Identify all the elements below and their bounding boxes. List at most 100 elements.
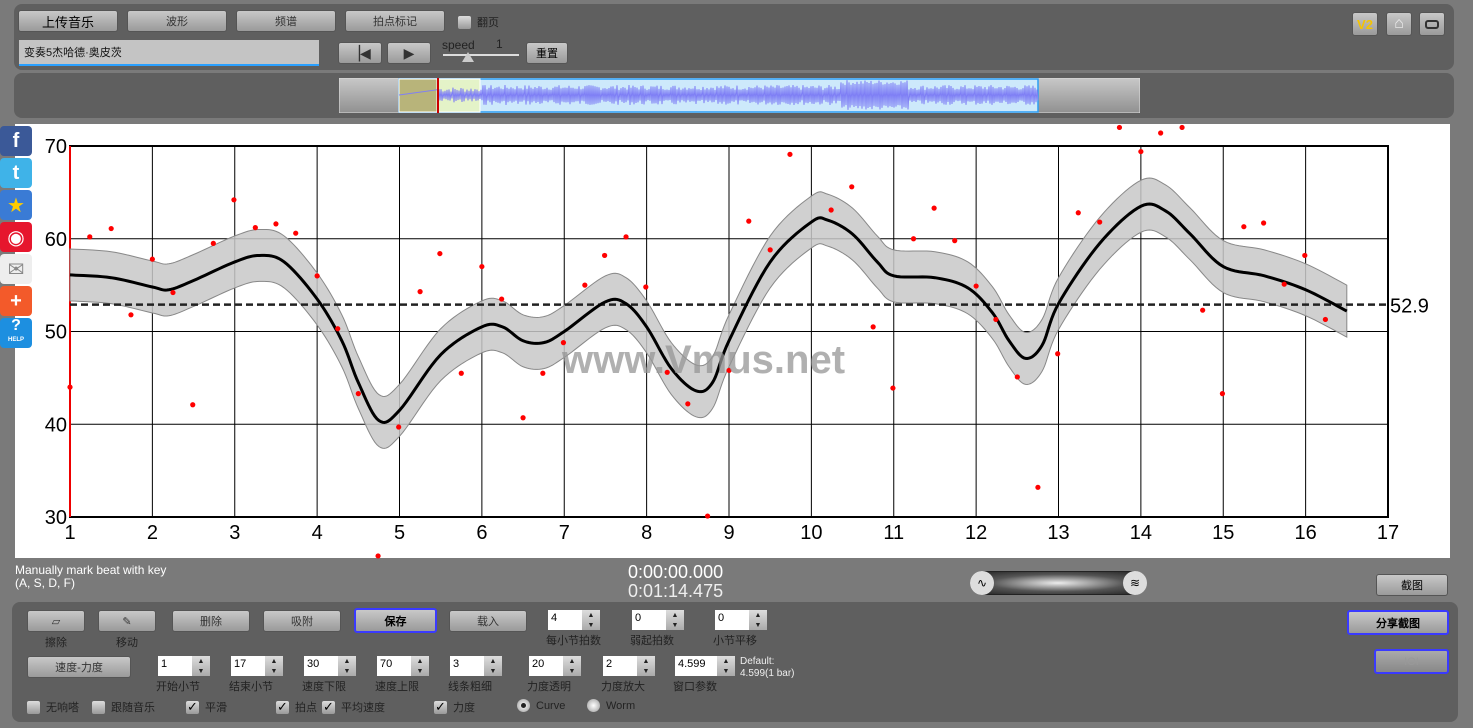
- wave-small-icon[interactable]: ∿: [970, 571, 994, 595]
- bar-shift-stepper[interactable]: 0 ▲ ▼: [715, 610, 767, 630]
- stepper-arrows-icon[interactable]: ▲ ▼: [265, 656, 283, 676]
- delete-button[interactable]: 删除: [172, 610, 250, 632]
- start-bar-value[interactable]: 1: [158, 656, 192, 676]
- tempo-dynamics-button[interactable]: 速度-力度: [27, 656, 131, 678]
- checkbox-box[interactable]: ✓: [322, 700, 335, 714]
- beat-point: [746, 218, 752, 224]
- checkbox-box[interactable]: ✓: [276, 700, 289, 714]
- wave-large-icon[interactable]: ≋: [1123, 571, 1147, 595]
- stepper-arrows-icon[interactable]: ▲ ▼: [582, 610, 600, 630]
- end-bar-value[interactable]: 17: [231, 656, 265, 676]
- stepper-arrows-icon[interactable]: ▲ ▼: [666, 610, 684, 630]
- checkbox-1[interactable]: 跟随音乐: [92, 699, 155, 715]
- beat-point: [910, 236, 917, 242]
- dyn-scale-value[interactable]: 2: [603, 656, 637, 676]
- stepper-arrows-icon[interactable]: ▲ ▼: [637, 656, 655, 676]
- feather-icon: ✎: [122, 615, 132, 628]
- move-button[interactable]: ✎: [98, 610, 156, 632]
- tempo-min-stepper[interactable]: 30 ▲ ▼: [304, 656, 356, 676]
- stepper-arrows-icon[interactable]: ▲ ▼: [192, 656, 210, 676]
- stepper-arrows-icon[interactable]: ▲ ▼: [563, 656, 581, 676]
- checkbox-0[interactable]: 无响嗒: [27, 699, 79, 715]
- snap-button[interactable]: 吸附: [263, 610, 341, 632]
- pickup-beats-label: 弱起拍数: [630, 635, 674, 647]
- beat-point: [1035, 484, 1041, 490]
- stepper-arrows-icon[interactable]: ▲ ▼: [411, 656, 429, 676]
- current-time: 0:00:00.000: [628, 562, 724, 582]
- screenshot-button[interactable]: 截图: [1376, 574, 1448, 596]
- checkbox-3[interactable]: ✓ 拍点: [276, 699, 317, 715]
- beat-point: [67, 384, 73, 390]
- beats-per-bar-stepper[interactable]: 4 ▲ ▼: [548, 610, 600, 630]
- default-value: 4.599(1 bar): [740, 668, 795, 679]
- tempo-max-value[interactable]: 70: [377, 656, 411, 676]
- move-label: 移动: [116, 637, 138, 649]
- radio-button[interactable]: [587, 699, 600, 712]
- stepper-arrows-icon[interactable]: ▲ ▼: [749, 610, 767, 630]
- dyn-alpha-stepper[interactable]: 20 ▲ ▼: [529, 656, 581, 676]
- radio-worm[interactable]: Worm: [587, 699, 635, 712]
- mail-icon[interactable]: ✉: [0, 254, 32, 284]
- plus-share-icon[interactable]: +: [0, 286, 32, 316]
- beat-point: [1322, 316, 1328, 323]
- bar-shift-value[interactable]: 0: [715, 610, 749, 630]
- volume-slider[interactable]: [970, 571, 1146, 595]
- window-stepper[interactable]: 4.599 ▲ ▼: [675, 656, 735, 676]
- twitter-icon[interactable]: t: [0, 158, 32, 188]
- checkbox-label: 跟随音乐: [111, 702, 155, 714]
- checkbox-2[interactable]: ✓ 平滑: [186, 699, 227, 715]
- beats-per-bar-label: 每小节拍数: [546, 635, 601, 647]
- checkbox-box[interactable]: ✓: [186, 700, 199, 714]
- pickup-beats-stepper[interactable]: 0 ▲ ▼: [632, 610, 684, 630]
- y-tick-label: 60: [45, 229, 67, 251]
- tempo-max-label: 速度上限: [375, 681, 419, 693]
- facebook-icon[interactable]: f: [0, 126, 32, 156]
- tempo-max-stepper[interactable]: 70 ▲ ▼: [377, 656, 429, 676]
- beat-point: [458, 370, 464, 376]
- erase-button[interactable]: ▱: [27, 610, 85, 632]
- stepper-arrows-icon[interactable]: ▲ ▼: [484, 656, 502, 676]
- beat-point: [623, 234, 629, 240]
- beats-per-bar-value[interactable]: 4: [548, 610, 582, 630]
- default-label: Default:: [740, 656, 775, 667]
- beat-point: [355, 391, 361, 397]
- weibo-icon[interactable]: ◉: [0, 222, 32, 252]
- load-button[interactable]: 载入: [449, 610, 527, 632]
- checkbox-4[interactable]: ✓ 平均速度: [322, 699, 385, 715]
- pickup-beats-value[interactable]: 0: [632, 610, 666, 630]
- end-bar-stepper[interactable]: 17 ▲ ▼: [231, 656, 283, 676]
- beat-point: [1261, 220, 1267, 226]
- checkbox-box[interactable]: [27, 700, 40, 714]
- beat-point: [479, 263, 485, 270]
- stepper-arrows-icon[interactable]: ▲ ▼: [338, 656, 356, 676]
- dyn-scale-stepper[interactable]: 2 ▲ ▼: [603, 656, 655, 676]
- radio-button[interactable]: [517, 699, 530, 712]
- radio-curve[interactable]: Curve: [517, 699, 565, 712]
- ioi-button[interactable]: IOI: [1374, 649, 1449, 674]
- erase-label: 擦除: [45, 637, 67, 649]
- line-width-stepper[interactable]: 3 ▲ ▼: [450, 656, 502, 676]
- checkbox-5[interactable]: ✓ 力度: [434, 699, 475, 715]
- checkbox-box[interactable]: [92, 700, 105, 714]
- stepper-arrows-icon[interactable]: ▲ ▼: [717, 656, 735, 676]
- tempo-chart[interactable]: 1 2 3 4 5 6 7 8 9 10 11 12 13 14 15 16 17304050607052.9: [0, 0, 1473, 600]
- beat-point: [1138, 148, 1144, 155]
- checkbox-label: 力度: [453, 702, 475, 714]
- line-width-value[interactable]: 3: [450, 656, 484, 676]
- window-value[interactable]: 4.599: [675, 656, 717, 676]
- beat-point: [993, 316, 999, 323]
- beat-point: [417, 289, 423, 295]
- beat-point: [828, 207, 834, 213]
- favorite-star-icon[interactable]: ★: [0, 190, 32, 220]
- checkbox-label: 平滑: [205, 702, 227, 714]
- checkbox-box[interactable]: ✓: [434, 700, 447, 714]
- start-bar-stepper[interactable]: 1 ▲ ▼: [158, 656, 210, 676]
- beat-point: [87, 234, 93, 240]
- share-screenshot-button[interactable]: 分享截图: [1347, 610, 1449, 635]
- tempo-min-value[interactable]: 30: [304, 656, 338, 676]
- beat-point: [685, 401, 691, 407]
- help-icon[interactable]: ? HELP: [0, 318, 32, 348]
- dyn-alpha-value[interactable]: 20: [529, 656, 563, 676]
- save-button[interactable]: 保存: [354, 608, 437, 633]
- beat-point: [170, 289, 176, 296]
